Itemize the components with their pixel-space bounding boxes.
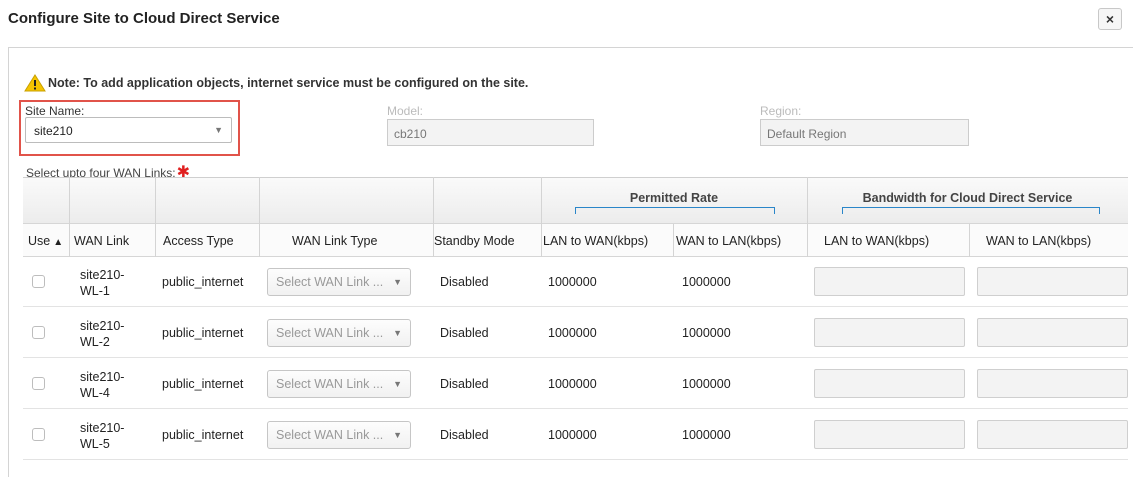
standby-mode: Disabled: [440, 377, 489, 391]
wan-link-name-line2: WL-1: [80, 284, 110, 298]
bandwidth-wan-to-lan-input[interactable]: [977, 369, 1128, 398]
permitted-rate-bracket: [575, 207, 775, 214]
standby-mode: Disabled: [440, 275, 489, 289]
bandwidth-lan-to-wan-input[interactable]: [814, 369, 965, 398]
table-row: site210- WL-4 public_internet Select WAN…: [23, 359, 1128, 409]
wan-link-type-placeholder: Select WAN Link ...: [276, 428, 384, 442]
permitted-wan-to-lan: 1000000: [682, 275, 731, 289]
region-field: Default Region: [760, 119, 969, 146]
wan-link-name-line1: site210-: [80, 370, 125, 384]
use-checkbox[interactable]: [32, 326, 45, 339]
column-header-lan-to-wan[interactable]: LAN to WAN(kbps): [543, 234, 648, 248]
warning-icon: [24, 74, 46, 92]
column-header-wan-link-type[interactable]: WAN Link Type: [292, 234, 377, 248]
permitted-wan-to-lan: 1000000: [682, 326, 731, 340]
column-header-use-label: Use: [28, 234, 51, 248]
model-label: Model:: [387, 104, 424, 118]
column-divider: [807, 177, 808, 257]
wan-link-type-select[interactable]: Select WAN Link ... ▼: [267, 370, 411, 398]
note-banner: Note: To add application objects, intern…: [24, 74, 528, 92]
column-divider: [969, 224, 970, 257]
wan-link-type-select[interactable]: Select WAN Link ... ▼: [267, 268, 411, 296]
standby-mode: Disabled: [440, 326, 489, 340]
column-header-wan-to-lan[interactable]: WAN to LAN(kbps): [676, 234, 781, 248]
chevron-down-icon: ▼: [393, 430, 402, 440]
wan-link-type-select[interactable]: Select WAN Link ... ▼: [267, 421, 411, 449]
permitted-lan-to-wan: 1000000: [548, 326, 597, 340]
chevron-down-icon: ▼: [393, 277, 402, 287]
wan-link-name-line2: WL-5: [80, 437, 110, 451]
wan-link-name: site210- WL-5: [80, 420, 124, 452]
close-button[interactable]: ×: [1098, 8, 1122, 30]
table-row: site210- WL-5 public_internet Select WAN…: [23, 410, 1128, 460]
region-label: Region:: [760, 104, 802, 118]
permitted-lan-to-wan: 1000000: [548, 275, 597, 289]
wan-link-name-line1: site210-: [80, 421, 125, 435]
bandwidth-bracket: [842, 207, 1100, 214]
chevron-down-icon: ▼: [393, 379, 402, 389]
table-row: site210- WL-2 public_internet Select WAN…: [23, 308, 1128, 358]
column-header-use[interactable]: Use ▲: [28, 234, 63, 248]
permitted-rate-group-header: Permitted Rate: [629, 191, 719, 205]
bandwidth-group-header: Bandwidth for Cloud Direct Service: [862, 191, 1073, 205]
access-type: public_internet: [162, 275, 244, 289]
permitted-wan-to-lan: 1000000: [682, 428, 731, 442]
bandwidth-wan-to-lan-input[interactable]: [977, 420, 1128, 449]
wan-link-type-select[interactable]: Select WAN Link ... ▼: [267, 319, 411, 347]
site-name-select[interactable]: site210 ▼: [25, 117, 232, 143]
use-checkbox[interactable]: [32, 275, 45, 288]
site-name-value: site210: [34, 124, 73, 138]
standby-mode: Disabled: [440, 428, 489, 442]
column-divider: [69, 177, 70, 257]
column-divider: [259, 177, 260, 257]
column-header-access-type[interactable]: Access Type: [163, 234, 234, 248]
column-header-standby-mode[interactable]: Standby Mode: [434, 234, 515, 248]
bandwidth-wan-to-lan-input[interactable]: [977, 267, 1128, 296]
permitted-wan-to-lan: 1000000: [682, 377, 731, 391]
column-divider: [541, 177, 542, 257]
column-header-wan-link[interactable]: WAN Link: [74, 234, 129, 248]
bandwidth-lan-to-wan-input[interactable]: [814, 318, 965, 347]
permitted-lan-to-wan: 1000000: [548, 377, 597, 391]
wan-link-name: site210- WL-1: [80, 267, 124, 299]
wan-link-name-line2: WL-2: [80, 335, 110, 349]
access-type: public_internet: [162, 326, 244, 340]
column-header-bw-lan-to-wan[interactable]: LAN to WAN(kbps): [824, 234, 929, 248]
permitted-lan-to-wan: 1000000: [548, 428, 597, 442]
table-row: site210- WL-1 public_internet Select WAN…: [23, 257, 1128, 307]
wan-link-name-line2: WL-4: [80, 386, 110, 400]
close-icon: ×: [1105, 11, 1115, 27]
wan-link-name-line1: site210-: [80, 319, 125, 333]
wan-link-type-placeholder: Select WAN Link ...: [276, 275, 384, 289]
note-text: Note: To add application objects, intern…: [48, 76, 529, 90]
chevron-down-icon: ▼: [393, 328, 402, 338]
use-checkbox[interactable]: [32, 377, 45, 390]
model-field: cb210: [387, 119, 594, 146]
wan-link-type-placeholder: Select WAN Link ...: [276, 326, 384, 340]
wan-link-type-placeholder: Select WAN Link ...: [276, 377, 384, 391]
column-header-bw-wan-to-lan[interactable]: WAN to LAN(kbps): [986, 234, 1091, 248]
chevron-down-icon: ▼: [214, 125, 223, 135]
access-type: public_internet: [162, 428, 244, 442]
column-divider: [673, 224, 674, 257]
use-checkbox[interactable]: [32, 428, 45, 441]
sort-ascending-icon: ▲: [53, 237, 64, 248]
wan-link-name-line1: site210-: [80, 268, 125, 282]
bandwidth-lan-to-wan-input[interactable]: [814, 267, 965, 296]
bandwidth-wan-to-lan-input[interactable]: [977, 318, 1128, 347]
dialog-title: Configure Site to Cloud Direct Service: [8, 10, 280, 27]
access-type: public_internet: [162, 377, 244, 391]
wan-link-name: site210- WL-2: [80, 318, 124, 350]
column-divider: [155, 177, 156, 257]
bandwidth-lan-to-wan-input[interactable]: [814, 420, 965, 449]
wan-link-name: site210- WL-4: [80, 369, 124, 401]
